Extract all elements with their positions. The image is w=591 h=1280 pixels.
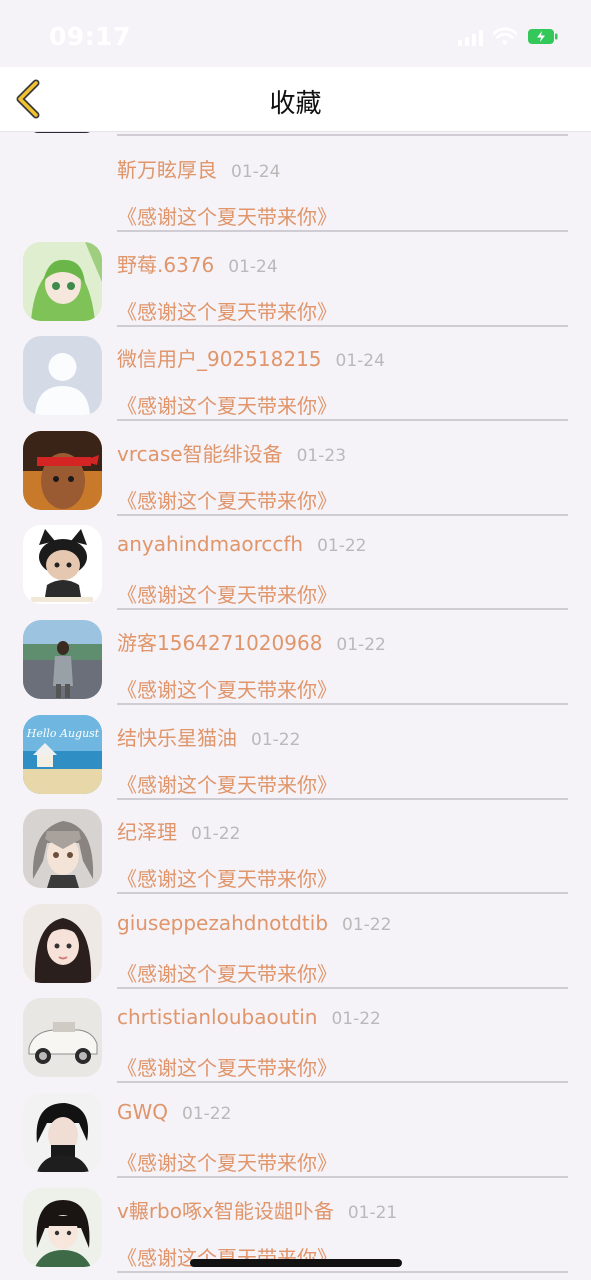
name-line: 微信用户_902518215 01-24 [117,343,385,373]
name-line: vrcase智能绯设备 01-23 [117,438,346,468]
svg-text:Hello August: Hello August [26,727,100,740]
favorite-row[interactable]: 微信用户_902518215 01-24 《感谢这个夏天带来你》 [0,336,591,430]
name-line: anyahindmaorccfh 01-22 [117,532,367,562]
favorite-title-link[interactable]: 《感谢这个夏天带来你》 [117,958,337,987]
avatar[interactable] [23,809,102,889]
name-line: giuseppezahdnotdtib 01-22 [117,911,391,941]
favorite-row[interactable]: giuseppezahdnotdtib 01-22 《感谢这个夏天带来你》 [0,903,591,998]
favorite-date: 01-22 [336,635,386,655]
favorite-row[interactable]: vrcase智能绯设备 01-23 《感谢这个夏天带来你》 [0,430,591,525]
row-divider [117,513,568,516]
favorites-list: 靳万眩厚良 01-24 《感谢这个夏天带来你》 野莓.6376 01-24 《感谢这个夏天… [0,131,591,1280]
signal-icon [458,30,483,46]
avatar[interactable] [23,241,102,321]
favorite-title-link[interactable]: 《感谢这个夏天带来你》 [117,296,337,325]
row-divider [117,986,568,989]
user-name[interactable]: giuseppezahdnotdtib [117,911,328,935]
row-divider [117,703,568,705]
favorite-row[interactable]: 游客1564271020968 01-22 《感谢这个夏天带来你》 [0,620,591,714]
favorite-date: 01-24 [231,162,281,182]
name-line: 游客1564271020968 01-22 [117,627,386,657]
favorite-title-link[interactable]: 《感谢这个夏天带来你》 [117,1052,337,1081]
name-line: 野莓.6376 01-24 [117,249,278,279]
favorite-title-link[interactable]: 《感谢这个夏天带来你》 [117,769,337,798]
favorite-title-link[interactable]: 《感谢这个夏天带来你》 [117,579,337,608]
favorite-title-link[interactable]: 《感谢这个夏天带来你》 [117,674,337,703]
home-indicator [190,1259,402,1267]
favorite-date: 01-22 [342,914,392,935]
name-line: 靳万眩厚良 01-24 [117,154,280,184]
battery-charging-icon [528,29,558,44]
favorite-date: 01-24 [335,351,385,372]
row-divider [117,1270,568,1273]
avatar[interactable]: Hello August [23,714,102,794]
row-divider [117,324,568,327]
favorite-title-link[interactable]: 《感谢这个夏天带来你》 [117,1147,337,1176]
user-name[interactable]: 纪泽理 [117,820,177,844]
favorite-row[interactable]: 纪泽理 01-22 《感谢这个夏天带来你》 [0,809,591,903]
name-line: GWQ 01-22 [117,1100,231,1130]
row-divider [117,419,568,422]
favorite-date: 01-22 [191,824,241,845]
name-line: chrtistianloubaoutin 01-22 [117,1005,381,1035]
row-divider [117,1176,568,1178]
row-divider [117,608,568,611]
row-divider [117,1081,568,1084]
avatar[interactable] [23,620,102,699]
wifi-icon [493,27,517,45]
avatar[interactable] [23,525,102,605]
user-name[interactable]: 微信用户_902518215 [117,347,322,371]
page-title: 收藏 [269,89,322,119]
favorite-title-link[interactable]: 《感谢这个夏天带来你》 [117,485,337,514]
avatar[interactable] [23,430,102,510]
favorite-title-link[interactable]: 《感谢这个夏天带来你》 [117,390,337,419]
favorite-date: 01-21 [347,1202,398,1223]
favorite-date: 01-23 [296,445,347,466]
user-name[interactable]: GWQ [117,1100,168,1124]
row-divider [117,797,568,800]
row-divider [117,230,568,232]
avatar[interactable] [23,998,102,1078]
user-name[interactable]: 野莓.6376 [117,253,214,277]
favorite-title-link[interactable]: 《感谢这个夏天带来你》 [117,863,337,892]
avatar[interactable] [23,336,102,416]
row-divider [117,892,568,895]
user-name[interactable]: anyahindmaorccfh [117,532,303,556]
name-line: 结快乐星猫油 01-22 [117,722,300,752]
favorite-row[interactable]: anyahindmaorccfh 01-22 《感谢这个夏天带来你》 [0,525,591,619]
user-name[interactable]: 靳万眩厚良 [117,158,217,182]
user-name[interactable]: 游客1564271020968 [117,631,322,655]
favorite-row[interactable]: 野莓.6376 01-24 《感谢这个夏天带来你》 [0,241,591,336]
name-line: 纪泽理 01-22 [117,816,240,846]
favorite-date: 01-22 [182,1104,232,1124]
avatar[interactable] [23,903,102,983]
row-divider [117,134,568,136]
favorite-row[interactable]: chrtistianloubaoutin 01-22 《感谢这个夏天带来你》 [0,998,591,1092]
favorite-row[interactable]: Hello August 结快乐星猫油 01-22 《感谢这个夏天带来你》 [0,714,591,809]
status-time: 09:17 [49,22,132,51]
favorite-row[interactable]: 靳万眩厚良 01-24 《感谢这个夏天带来你》 [0,147,591,241]
user-name[interactable]: vrcase智能绯设备 [117,442,283,466]
name-line: v輾rbo啄x智能设龃卟备 01-21 [117,1195,397,1225]
favorite-date: 01-24 [228,256,278,277]
favorite-date: 01-22 [251,729,301,750]
favorite-date: 01-22 [331,1009,381,1030]
avatar[interactable] [23,1187,102,1267]
status-bar: 09:17 [0,0,591,67]
avatar[interactable] [23,1093,102,1172]
favorite-row[interactable]: GWQ 01-22 《感谢这个夏天带来你》 [0,1093,591,1187]
favorite-title-link[interactable]: 《感谢这个夏天带来你》 [117,201,337,230]
user-name[interactable]: v輾rbo啄x智能设龃卟备 [117,1199,334,1223]
user-name[interactable]: chrtistianloubaoutin [117,1005,317,1029]
user-name[interactable]: 结快乐星猫油 [117,726,237,750]
favorite-date: 01-22 [317,536,367,557]
navigation-bar: 收藏 [0,67,591,132]
